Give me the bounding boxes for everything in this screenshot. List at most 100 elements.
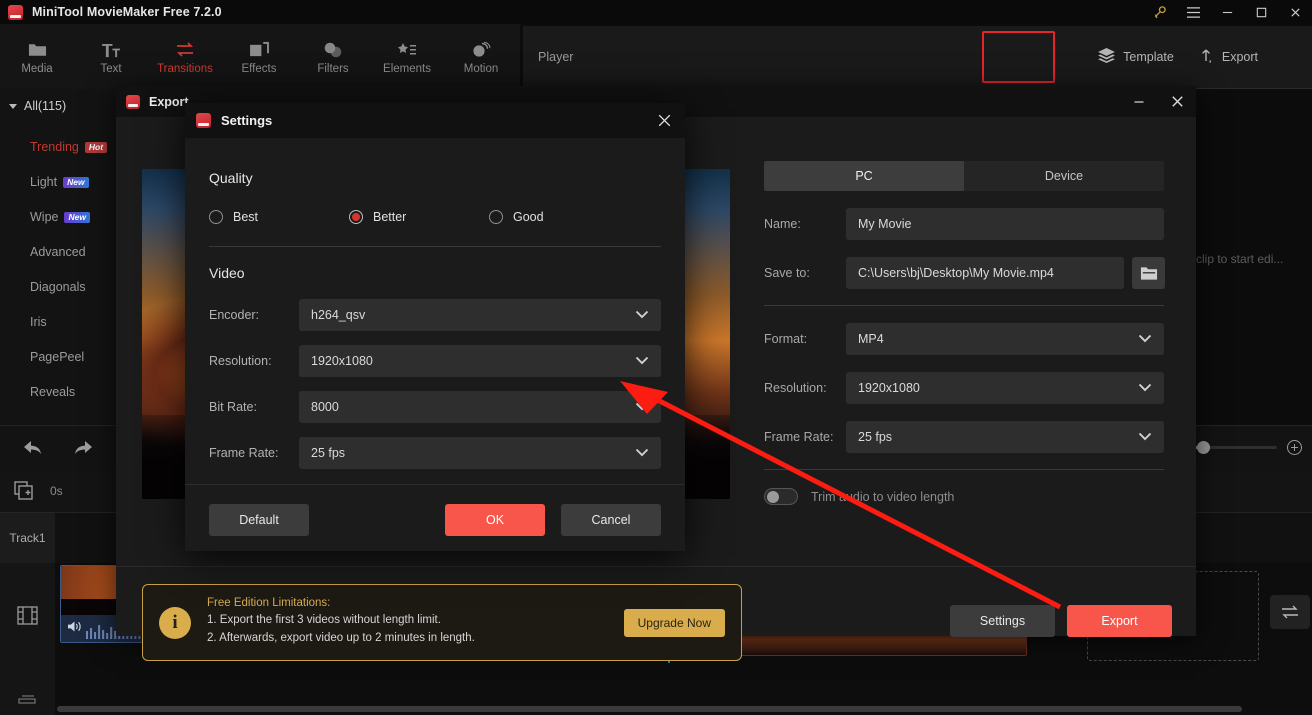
frame-rate-value: 25 fps [858,430,893,444]
save-to-input[interactable]: C:\Users\bj\Desktop\My Movie.mp4 [846,257,1124,289]
export-settings-panel: PC Device Name: My Movie Save to: C:\Use… [764,161,1174,505]
trim-audio-toggle[interactable] [764,488,798,505]
limitations-text: Free Edition Limitations: 1. Export the … [207,597,475,648]
track1-header[interactable]: Track1 [0,513,55,563]
transitions-library-sidebar: All(115) Trending Hot Light New Wipe New… [0,89,130,464]
sidebar-item-advanced[interactable]: Advanced [0,234,130,269]
sidebar-item-iris[interactable]: Iris [0,304,130,339]
resolution-row: Resolution: 1920x1080 [209,345,661,377]
app-window: MiniTool MovieMaker Free 7.2.0 Media Tex… [0,0,1312,715]
name-input[interactable]: My Movie [846,208,1164,240]
settings-footer-separator [185,484,685,485]
destination-tabs: PC Device [764,161,1164,191]
close-button[interactable] [1278,0,1312,24]
tab-pc[interactable]: PC [764,161,964,191]
zoom-in-icon[interactable] [1287,440,1302,455]
motion-icon [471,39,491,58]
hamburger-menu-icon[interactable] [1176,0,1210,24]
settings-dialog-close-button[interactable] [643,103,685,138]
zoom-slider-knob[interactable] [1197,441,1210,454]
text-icon [101,39,121,58]
quality-section-title: Quality [209,170,253,186]
elements-icon [397,39,417,58]
title-bar: MiniTool MovieMaker Free 7.2.0 [0,0,1312,24]
tab-text[interactable]: Text [74,24,148,89]
ok-button[interactable]: OK [445,504,545,536]
bit-rate-select[interactable]: 8000 [299,391,661,423]
timeline-time-label: 0s [50,484,63,498]
settings-dialog-title: Settings [221,113,273,128]
export-dialog-close-button[interactable] [1158,86,1196,117]
library-all-row[interactable]: All(115) [0,89,130,123]
resolution-row: Resolution: 1920x1080 [764,372,1174,404]
trim-audio-label: Trim audio to video length [811,489,955,504]
quality-option-label: Better [373,210,407,224]
resolution-select[interactable]: 1920x1080 [299,345,661,377]
quality-option-better[interactable]: Better [349,210,489,224]
format-row: Format: MP4 [764,323,1174,355]
timeline-horizontal-scrollbar[interactable] [57,706,1242,712]
category-label: Diagonals [30,279,86,294]
default-button[interactable]: Default [209,504,309,536]
category-label: Iris [30,314,47,329]
tab-filters[interactable]: Filters [296,24,370,89]
settings-button[interactable]: Settings [950,605,1055,637]
tab-elements[interactable]: Elements [370,24,444,89]
main-toolbar: Media Text Transitions Effects Filters E… [0,24,520,89]
swap-icon[interactable] [1270,595,1310,629]
undo-icon[interactable] [22,438,44,463]
add-media-icon[interactable] [14,481,34,506]
sidebar-item-diagonals[interactable]: Diagonals [0,269,130,304]
resolution-value: 1920x1080 [858,381,920,395]
tab-device[interactable]: Device [964,161,1164,191]
app-title: MiniTool MovieMaker Free 7.2.0 [32,5,222,19]
redo-icon[interactable] [72,438,94,463]
cancel-button[interactable]: Cancel [561,504,661,536]
save-to-value: C:\Users\bj\Desktop\My Movie.mp4 [858,266,1054,280]
maximize-button[interactable] [1244,0,1278,24]
export-dialog-minimize-button[interactable] [1120,86,1158,117]
trim-audio-row[interactable]: Trim audio to video length [764,488,1174,505]
category-label: Trending [30,139,79,154]
category-label: Reveals [30,384,76,399]
tab-media[interactable]: Media [0,24,74,89]
quality-option-best[interactable]: Best [209,210,349,224]
format-select[interactable]: MP4 [846,323,1164,355]
settings-dialog: Settings Quality Best Better Good Video … [185,103,685,551]
frame-rate-select[interactable]: 25 fps [299,437,661,469]
sidebar-item-trending[interactable]: Trending Hot [0,129,130,164]
video-section-title: Video [209,265,245,281]
folder-browse-icon[interactable] [1132,257,1165,289]
sidebar-item-reveals[interactable]: Reveals [0,374,130,409]
new-badge: New [63,176,89,189]
speaker-icon[interactable] [67,620,82,638]
tab-transitions[interactable]: Transitions [148,24,222,89]
resolution-select[interactable]: 1920x1080 [846,372,1164,404]
sidebar-item-wipe[interactable]: Wipe New [0,199,130,234]
tab-label: Motion [463,62,499,75]
limitations-line-2: 2. Afterwards, export video up to 2 minu… [207,632,475,644]
tab-motion[interactable]: Motion [444,24,518,89]
bit-rate-label: Bit Rate: [209,400,257,414]
resolution-label: Resolution: [209,354,272,368]
quality-option-good[interactable]: Good [489,210,544,224]
frame-rate-select[interactable]: 25 fps [846,421,1164,453]
encoder-select[interactable]: h264_qsv [299,299,661,331]
minimize-button[interactable] [1210,0,1244,24]
sidebar-item-pagepeel[interactable]: PagePeel [0,339,130,374]
tab-effects[interactable]: Effects [222,24,296,89]
category-label: Wipe [30,209,59,224]
key-icon[interactable] [1142,0,1176,24]
radio-icon-selected [349,210,363,224]
limitations-line-1: 1. Export the first 3 videos without len… [207,614,441,627]
sidebar-item-light[interactable]: Light New [0,164,130,199]
export-button[interactable]: Export [1186,40,1270,75]
export-confirm-button[interactable]: Export [1067,605,1172,637]
tab-label: Filters [317,62,349,75]
player-label: Player [538,50,574,64]
editor-hint-text: clip to start edi... [1196,252,1284,266]
upgrade-now-button[interactable]: Upgrade Now [623,608,725,637]
settings-divider [209,246,661,247]
frame-rate-label: Frame Rate: [764,430,834,444]
template-button[interactable]: Template [1086,40,1186,74]
